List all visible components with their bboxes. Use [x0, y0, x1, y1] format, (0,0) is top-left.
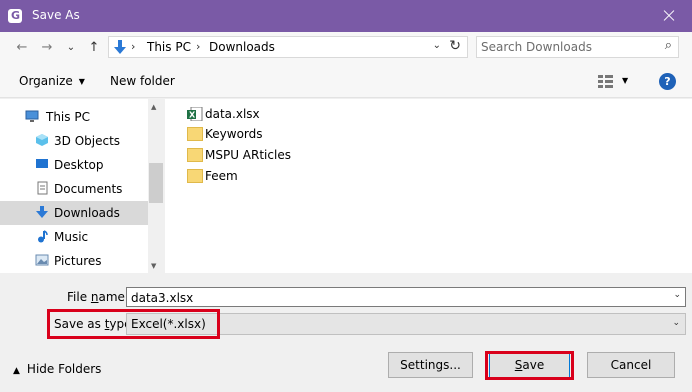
refresh-icon[interactable]: ↻ — [449, 38, 461, 54]
chevron-up-icon: ▲ — [13, 366, 20, 376]
folder-icon — [187, 148, 203, 162]
save-form: File name: ⌄ Save as type: Excel(*.xlsx)… — [0, 273, 692, 392]
view-options-icon[interactable] — [596, 73, 616, 89]
navigation-scrollbar[interactable]: ▲ ▼ — [148, 99, 164, 273]
file-list: X data.xlsx Keywords MSPU ARticles Feem — [165, 99, 692, 273]
music-icon — [38, 230, 48, 243]
folder-icon — [187, 127, 203, 141]
cancel-button[interactable]: Cancel — [587, 352, 675, 378]
view-dropdown-icon[interactable]: ▼ — [622, 76, 628, 85]
breadcrumb-downloads[interactable]: Downloads — [209, 40, 275, 54]
help-icon[interactable]: ? — [659, 73, 676, 90]
breadcrumb-separator-icon[interactable]: › — [196, 40, 200, 53]
scroll-down-icon[interactable]: ▼ — [151, 262, 156, 270]
sidebar-item-music[interactable]: Music — [0, 225, 148, 249]
back-arrow-icon[interactable]: ← — [13, 40, 31, 56]
search-box[interactable]: ⌕ — [476, 36, 679, 58]
sidebar-item-label: Pictures — [54, 254, 102, 268]
download-icon — [36, 206, 48, 218]
file-name: MSPU ARticles — [205, 148, 291, 162]
pc-icon — [25, 110, 39, 122]
sidebar-item-label: Downloads — [54, 206, 120, 220]
file-name-label: File name: — [67, 290, 129, 304]
address-dropdown-icon[interactable]: ⌄ — [433, 40, 441, 51]
navigation-pane: This PC 3D Objects Desktop Documents Dow… — [0, 99, 164, 273]
organize-label: Organize — [19, 74, 73, 88]
file-name-input[interactable] — [131, 290, 661, 305]
address-bar[interactable]: › This PC › Downloads ⌄ ↻ — [108, 36, 468, 58]
download-icon — [114, 40, 126, 54]
close-icon[interactable] — [646, 0, 692, 32]
documents-icon — [37, 181, 48, 195]
sidebar-item-3d-objects[interactable]: 3D Objects — [0, 129, 148, 153]
svg-text:X: X — [189, 111, 196, 120]
sidebar-item-label: Desktop — [54, 158, 104, 172]
chevron-down-icon[interactable]: ⌄ — [673, 290, 681, 300]
sidebar-item-label: Documents — [54, 182, 123, 196]
scrollbar-thumb[interactable] — [149, 163, 163, 203]
sidebar-item-pictures[interactable]: Pictures — [0, 249, 148, 273]
up-arrow-icon[interactable]: ↑ — [85, 40, 103, 56]
cube-icon — [36, 134, 48, 146]
highlight-box-save-type — [47, 309, 220, 339]
sidebar-item-label: This PC — [46, 110, 90, 124]
highlight-box-save-button — [485, 351, 574, 380]
chevron-down-icon[interactable]: ⌄ — [672, 318, 680, 328]
folder-icon — [187, 169, 203, 183]
forward-arrow-icon[interactable]: → — [38, 40, 56, 56]
file-name: Feem — [205, 169, 238, 183]
excel-file-icon: X — [187, 107, 203, 121]
sidebar-item-documents[interactable]: Documents — [0, 177, 148, 201]
organize-button[interactable]: Organize ▼ — [19, 74, 85, 88]
sidebar-item-this-pc[interactable]: This PC — [0, 105, 148, 129]
app-icon — [8, 9, 22, 23]
toolbar: Organize ▼ New folder ▼ ? — [0, 64, 692, 98]
window-title: Save As — [32, 8, 80, 22]
recent-locations-icon[interactable]: ⌄ — [62, 40, 80, 56]
search-input[interactable] — [481, 39, 651, 55]
breadcrumb-this-pc[interactable]: This PC — [147, 40, 191, 54]
sidebar-item-downloads[interactable]: Downloads — [0, 201, 148, 225]
title-bar: Save As — [0, 0, 692, 32]
settings-button[interactable]: Settings... — [388, 352, 473, 378]
hide-folders-button[interactable]: ▲ Hide Folders — [13, 362, 101, 376]
desktop-icon — [36, 159, 48, 168]
breadcrumb-separator-icon[interactable]: › — [131, 40, 135, 53]
sidebar-item-desktop[interactable]: Desktop — [0, 153, 148, 177]
sidebar-item-label: 3D Objects — [54, 134, 121, 148]
pictures-icon — [35, 254, 49, 266]
sidebar-item-label: Music — [54, 230, 89, 244]
file-name: Keywords — [205, 127, 263, 141]
chevron-down-icon: ▼ — [78, 77, 85, 86]
file-name: data.xlsx — [205, 107, 260, 121]
new-folder-button[interactable]: New folder — [110, 74, 175, 88]
search-icon[interactable]: ⌕ — [665, 38, 672, 53]
scroll-up-icon[interactable]: ▲ — [151, 103, 156, 111]
file-name-field[interactable]: ⌄ — [126, 287, 686, 307]
